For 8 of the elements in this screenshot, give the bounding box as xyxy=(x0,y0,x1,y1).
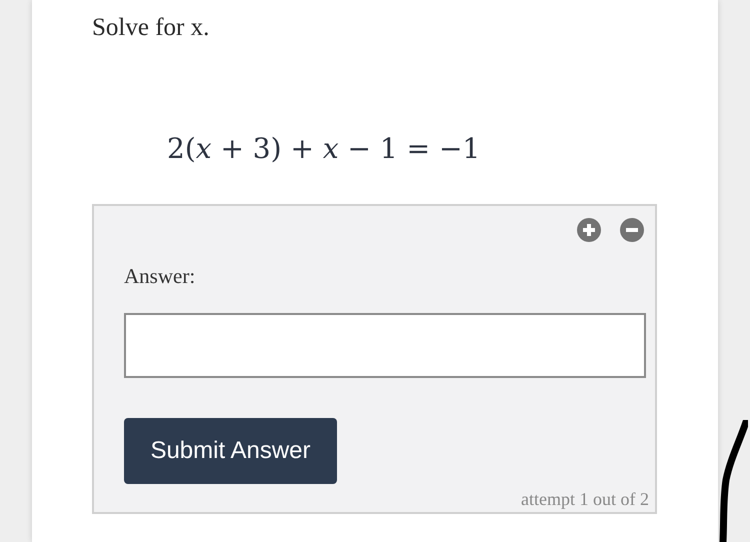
answer-label: Answer: xyxy=(124,264,196,289)
question-text: Solve for x. xyxy=(92,13,210,43)
equation: 2(x + 3) + x − 1 = −1 xyxy=(167,131,482,167)
plus-icon[interactable] xyxy=(577,218,601,242)
minus-icon[interactable] xyxy=(620,218,644,242)
answer-field[interactable] xyxy=(124,313,646,378)
attempt-counter: attempt 1 out of 2 xyxy=(521,489,649,510)
submit-button[interactable]: Submit Answer xyxy=(124,418,337,484)
